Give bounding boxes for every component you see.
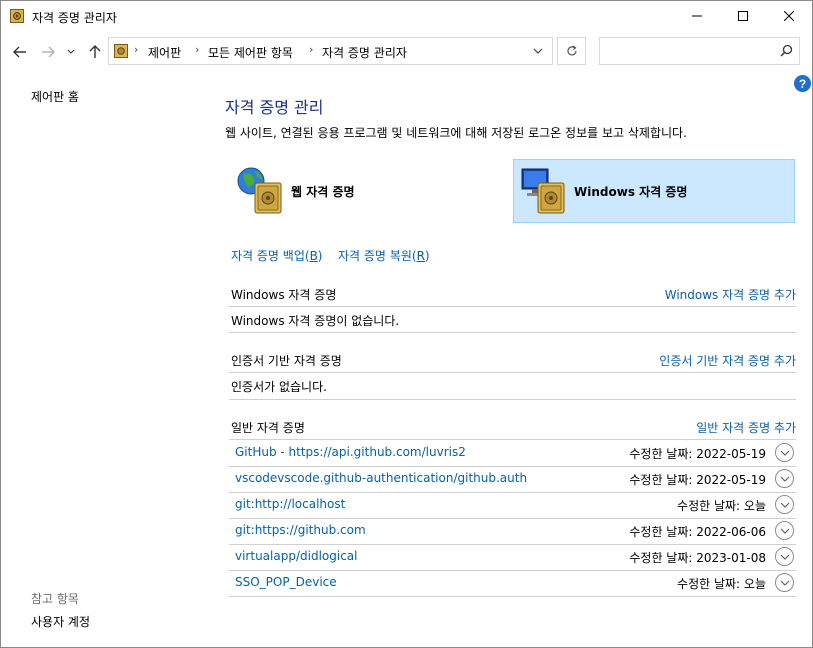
web-credentials-icon [237,167,282,214]
backup-credentials-link[interactable]: 자격 증명 백업(B) [231,247,322,264]
credential-modified-date: 수정한 날짜: 오늘 [677,499,766,513]
refresh-icon [566,45,577,56]
chevron-down-icon [780,476,789,482]
expand-credential-button[interactable] [775,547,794,566]
credential-row[interactable]: git:https://github.com 수정한 날짜: 2022-06-0… [231,518,796,544]
backup-link-text: 자격 증명 백업( [231,249,310,263]
page-title: 자격 증명 관리 [225,98,324,117]
restore-link-accesskey: R [416,249,425,263]
maximize-button[interactable] [720,1,766,31]
restore-link-end: ) [424,249,430,263]
windows-credentials-heading: Windows 자격 증명 [231,288,337,302]
add-windows-credential-link[interactable]: Windows 자격 증명 추가 [665,286,796,303]
control-panel-icon [114,44,128,58]
add-certificate-credential-link[interactable]: 인증서 기반 자격 증명 추가 [659,352,796,369]
breadcrumb-separator-icon: › [309,43,314,56]
breadcrumb-separator-icon: › [134,43,139,56]
credential-row[interactable]: GitHub - https://api.github.com/luvris2 … [231,440,796,466]
windows-credentials-tile[interactable]: Windows 자격 증명 [513,159,795,223]
backup-link-end: ) [317,249,323,263]
search-input[interactable] [599,37,800,65]
refresh-button[interactable] [557,37,586,65]
certificate-credentials-section-header: 인증서 기반 자격 증명 인증서 기반 자격 증명 추가 [231,352,796,372]
chevron-down-icon [67,49,75,54]
window-title: 자격 증명 관리자 [32,11,117,25]
close-button[interactable] [766,1,812,31]
chevron-down-icon [780,554,789,560]
breadcrumb-control-panel[interactable]: 제어판 [148,44,181,61]
windows-credentials-empty-message: Windows 자격 증명이 없습니다. [231,314,400,328]
divider [229,372,796,373]
certificate-credentials-heading: 인증서 기반 자격 증명 [231,354,342,368]
credential-row[interactable]: SSO_POP_Device 수정한 날짜: 오늘 [231,570,796,596]
divider [229,332,796,333]
close-icon [784,11,794,21]
page-description: 웹 사이트, 연결된 응용 프로그램 및 네트워크에 대해 저장된 로그온 정보… [225,126,687,140]
divider [229,596,796,597]
up-button[interactable] [85,41,105,63]
generic-credentials-section-header: 일반 자격 증명 일반 자격 증명 추가 [231,419,796,439]
expand-credential-button[interactable] [775,521,794,540]
expand-credential-button[interactable] [775,443,794,462]
chevron-down-icon [533,48,543,54]
credential-manager-app-icon [10,9,24,23]
minimize-icon [692,15,702,17]
credential-modified-date: 수정한 날짜: 2022-05-19 [629,473,766,487]
address-dropdown-button[interactable] [529,42,547,60]
chevron-down-icon [780,528,789,534]
web-credentials-label: 웹 자격 증명 [291,184,355,199]
credential-name[interactable]: SSO_POP_Device [235,575,337,589]
expand-credential-button[interactable] [775,573,794,592]
credential-modified-date: 수정한 날짜: 2022-05-19 [629,447,766,461]
credential-name[interactable]: GitHub - https://api.github.com/luvris2 [235,445,466,459]
credential-modified-date: 수정한 날짜: 오늘 [677,577,766,591]
credential-modified-date: 수정한 날짜: 2023-01-08 [629,551,766,565]
arrow-up-icon [89,45,101,58]
expand-credential-button[interactable] [775,469,794,488]
credential-row[interactable]: vscodevscode.github-authentication/githu… [231,466,796,492]
recent-locations-button[interactable] [64,41,78,63]
back-button[interactable] [10,41,30,63]
divider [229,399,796,400]
chevron-down-icon [780,580,789,586]
maximize-icon [738,11,748,21]
sidebar-control-panel-home[interactable]: 제어판 홈 [31,88,79,105]
forward-button[interactable] [38,41,58,63]
credential-name[interactable]: git:https://github.com [235,523,366,537]
credential-name[interactable]: virtualapp/didlogical [235,549,357,563]
restore-link-text: 자격 증명 복원( [338,249,417,263]
breadcrumb-all-items[interactable]: 모든 제어판 항목 [208,44,293,61]
credential-name[interactable]: git:http://localhost [235,497,345,511]
credential-name[interactable]: vscodevscode.github-authentication/githu… [235,471,527,485]
chevron-down-icon [780,450,789,456]
search-icon [780,44,793,57]
windows-credentials-label: Windows 자격 증명 [574,184,688,199]
generic-credentials-heading: 일반 자격 증명 [231,421,305,435]
credential-manager-window: 자격 증명 관리자 › 제어판 › 모든 제어판 항목 › 자격 증명 관리자 … [0,0,813,648]
credential-row[interactable]: git:http://localhost 수정한 날짜: 오늘 [231,492,796,518]
credential-modified-date: 수정한 날짜: 2022-06-06 [629,525,766,539]
title-bar: 자격 증명 관리자 [1,1,812,31]
help-button[interactable]: ? [794,75,811,92]
breadcrumb-separator-icon: › [195,43,200,56]
chevron-down-icon [780,502,789,508]
windows-credentials-section-header: Windows 자격 증명 Windows 자격 증명 추가 [231,286,796,306]
sidebar-see-also-heading: 참고 항목 [31,592,79,606]
breadcrumb-credential-manager[interactable]: 자격 증명 관리자 [322,44,407,61]
web-credentials-tile[interactable]: 웹 자격 증명 [231,159,506,223]
windows-credentials-icon [521,168,565,214]
credential-row[interactable]: virtualapp/didlogical 수정한 날짜: 2023-01-08 [231,544,796,570]
divider [229,306,796,307]
backup-link-accesskey: B [309,249,318,263]
address-bar[interactable]: › 제어판 › 모든 제어판 항목 › 자격 증명 관리자 [108,37,553,65]
certificate-credentials-empty-message: 인증서가 없습니다. [231,380,327,394]
add-generic-credential-link[interactable]: 일반 자격 증명 추가 [696,419,796,436]
arrow-left-icon [13,46,26,58]
arrow-right-icon [42,46,55,58]
sidebar-user-accounts-link[interactable]: 사용자 계정 [31,613,90,630]
restore-credentials-link[interactable]: 자격 증명 복원(R) [338,247,430,264]
expand-credential-button[interactable] [775,495,794,514]
minimize-button[interactable] [674,1,720,31]
